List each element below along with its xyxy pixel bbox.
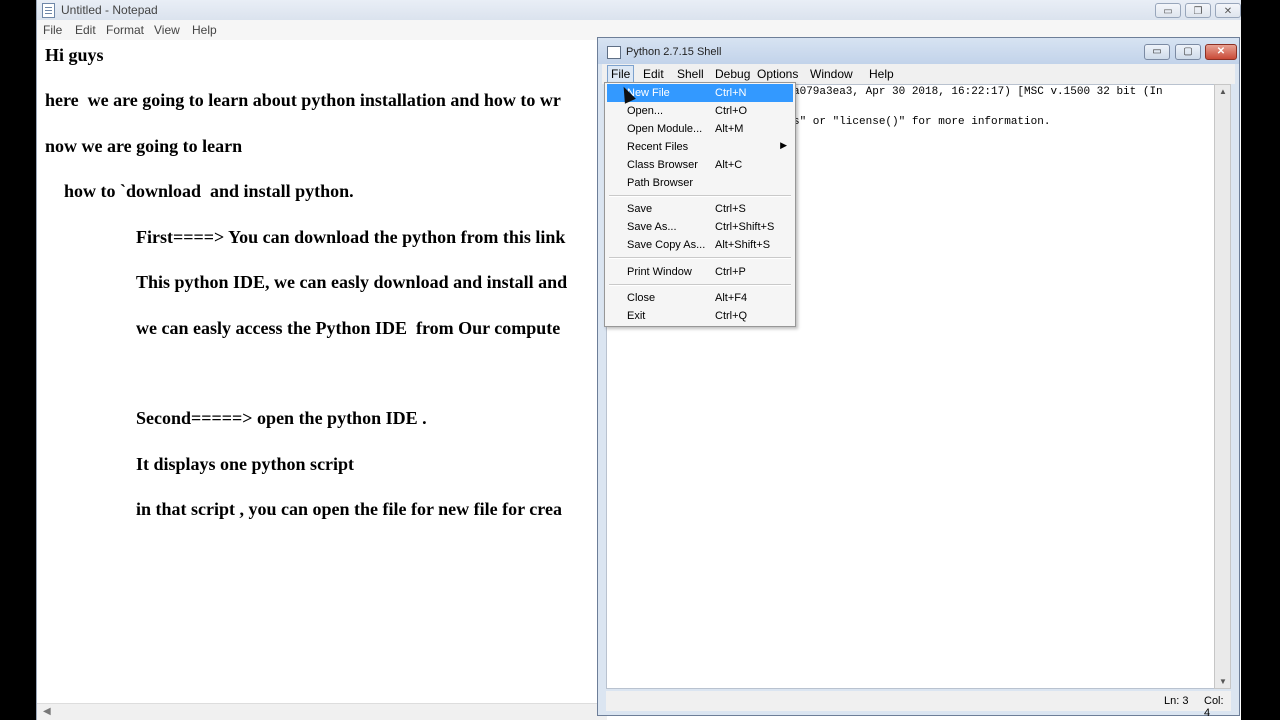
notepad-menu-edit[interactable]: Edit xyxy=(75,23,96,37)
menu-item-new-file[interactable]: New File Ctrl+N xyxy=(607,84,793,102)
menu-item-shortcut: Alt+Shift+S xyxy=(715,239,771,251)
text-line: here we are going to learn about python … xyxy=(45,90,561,110)
menu-item-print-window[interactable]: Print Window Ctrl+P xyxy=(607,263,793,281)
notepad-title: Untitled - Notepad xyxy=(61,3,158,17)
menu-item-label: Save xyxy=(627,203,653,215)
shell-vertical-scrollbar[interactable]: ▲ ▼ xyxy=(1214,84,1231,689)
text-line: Second=====> open the python IDE . xyxy=(136,408,427,428)
menu-item-recent-files[interactable]: Recent Files ▶ xyxy=(607,138,793,156)
menu-item-label: Save Copy As... xyxy=(627,239,706,251)
menu-item-class-browser[interactable]: Class Browser Alt+C xyxy=(607,156,793,174)
menu-item-label: Recent Files xyxy=(627,141,689,153)
menu-separator xyxy=(609,284,791,286)
scroll-left-icon[interactable]: ◀ xyxy=(43,706,51,717)
menu-item-shortcut: Ctrl+N xyxy=(715,87,747,99)
menu-item-label: Open... xyxy=(627,105,664,117)
menu-item-save-copy-as[interactable]: Save Copy As... Alt+Shift+S xyxy=(607,236,793,254)
text-line: First====> You can download the python f… xyxy=(136,227,566,247)
menu-item-label: Save As... xyxy=(627,221,677,233)
text-line: now we are going to learn xyxy=(45,136,243,156)
notepad-horizontal-scrollbar[interactable]: ◀ xyxy=(37,703,607,720)
text-line: This python IDE, we can easly download a… xyxy=(136,272,568,292)
menu-item-shortcut: Ctrl+Shift+S xyxy=(715,221,775,233)
shell-status-bar: Ln: 3 Col: 4 xyxy=(606,691,1231,719)
menu-item-path-browser[interactable]: Path Browser xyxy=(607,174,793,192)
shell-menu-options[interactable]: Options xyxy=(754,67,801,81)
shell-icon xyxy=(607,46,621,59)
shell-menubar: File Edit Shell Debug Options Window Hel… xyxy=(602,64,1235,84)
shell-menu-help[interactable]: Help xyxy=(866,67,897,81)
notepad-menu-help[interactable]: Help xyxy=(192,23,217,37)
notepad-menu-format[interactable]: Format xyxy=(106,23,144,37)
file-dropdown-menu: New File Ctrl+N Open... Ctrl+O Open Modu… xyxy=(604,82,796,327)
text-line: It displays one python script xyxy=(136,454,355,474)
shell-menu-debug[interactable]: Debug xyxy=(712,67,753,81)
notepad-icon xyxy=(42,3,55,18)
menu-item-label: Exit xyxy=(627,310,646,322)
shell-menu-file[interactable]: File xyxy=(607,65,635,83)
scroll-up-icon[interactable]: ▲ xyxy=(1219,87,1227,96)
menu-item-save-as[interactable]: Save As... Ctrl+Shift+S xyxy=(607,218,793,236)
menu-item-shortcut: Ctrl+Q xyxy=(715,310,748,322)
menu-item-open[interactable]: Open... Ctrl+O xyxy=(607,102,793,120)
menu-item-shortcut: Ctrl+S xyxy=(715,203,746,215)
notepad-minimize-button[interactable]: ▭ xyxy=(1155,3,1181,18)
menu-item-label: Print Window xyxy=(627,266,692,278)
shell-menu-edit[interactable]: Edit xyxy=(640,67,667,81)
menu-item-label: Path Browser xyxy=(627,177,694,189)
shell-close-button[interactable]: ✕ xyxy=(1205,44,1237,60)
notepad-menu-view[interactable]: View xyxy=(154,23,180,37)
menu-item-open-module[interactable]: Open Module... Alt+M xyxy=(607,120,793,138)
notepad-close-button[interactable]: ✕ xyxy=(1215,3,1241,18)
menu-item-exit[interactable]: Exit Ctrl+Q xyxy=(607,307,793,325)
shell-title: Python 2.7.15 Shell xyxy=(626,46,722,58)
menu-item-label: Open Module... xyxy=(627,123,703,135)
menu-item-shortcut: Alt+C xyxy=(715,159,743,171)
scroll-down-icon[interactable]: ▼ xyxy=(1219,677,1227,686)
menu-item-close[interactable]: Close Alt+F4 xyxy=(607,289,793,307)
shell-menu-shell[interactable]: Shell xyxy=(674,67,707,81)
shell-output-line: s" or "license()" for more information. xyxy=(793,116,1051,128)
line-number-status: Ln: 3 xyxy=(1164,695,1189,707)
shell-titlebar[interactable]: Python 2.7.15 Shell ▭ ▢ ✕ xyxy=(598,38,1239,64)
menu-item-label: Class Browser xyxy=(627,159,698,171)
menu-separator xyxy=(609,195,791,197)
notepad-menu-file[interactable]: File xyxy=(43,23,62,37)
menu-item-shortcut: Ctrl+P xyxy=(715,266,746,278)
column-number-status: Col: 4 xyxy=(1204,695,1224,719)
shell-output-line: a079a3ea3, Apr 30 2018, 16:22:17) [MSC v… xyxy=(793,86,1163,98)
shell-maximize-button[interactable]: ▢ xyxy=(1175,44,1201,60)
menu-item-shortcut: Alt+F4 xyxy=(715,292,748,304)
menu-separator xyxy=(609,257,791,259)
menu-item-save[interactable]: Save Ctrl+S xyxy=(607,200,793,218)
menu-item-shortcut: Alt+M xyxy=(715,123,744,135)
text-line: in that script , you can open the file f… xyxy=(136,499,562,519)
text-line: Hi guys xyxy=(45,45,104,65)
shell-menu-window[interactable]: Window xyxy=(807,67,856,81)
shell-minimize-button[interactable]: ▭ xyxy=(1144,44,1170,60)
submenu-arrow-icon: ▶ xyxy=(780,140,787,150)
notepad-titlebar[interactable]: Untitled - Notepad ▭ ❐ ✕ xyxy=(37,0,1241,20)
menu-item-label: Close xyxy=(627,292,656,304)
menu-item-shortcut: Ctrl+O xyxy=(715,105,748,117)
text-line: how to `download and install python. xyxy=(64,181,354,201)
text-line: we can easly access the Python IDE from … xyxy=(136,318,561,338)
notepad-maximize-button[interactable]: ❐ xyxy=(1185,3,1211,18)
